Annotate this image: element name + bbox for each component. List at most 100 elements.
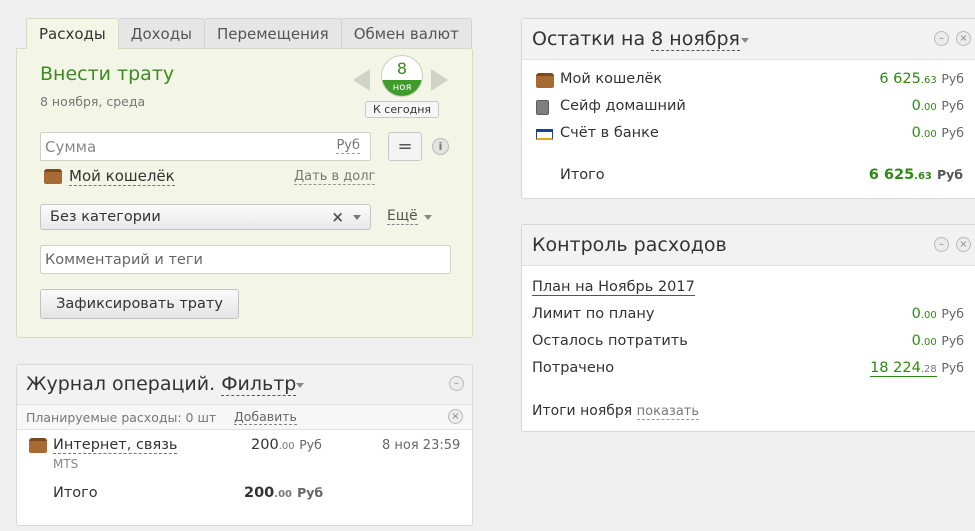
close-icon[interactable]: × [956, 237, 971, 252]
amount-dec: .00 [278, 441, 295, 452]
balance-int: 0 [911, 98, 921, 114]
safe-icon [536, 100, 549, 115]
value-dec: .00 [920, 310, 937, 321]
control-row-value: 0.00 Руб [912, 333, 964, 349]
control-title: Контроль расходов [532, 234, 727, 256]
clear-category-icon[interactable]: × [331, 208, 344, 226]
balance-int: 0 [911, 125, 921, 141]
amount-int: 200 [251, 437, 279, 453]
operation-name[interactable]: Интернет, связь [53, 437, 178, 454]
balance-currency: Руб [941, 125, 964, 140]
value-int: 0 [911, 306, 921, 322]
control-row-label: Лимит по плану [532, 306, 655, 322]
today-button[interactable]: К сегодня [365, 101, 439, 118]
tab-currency-exchange[interactable]: Обмен валют [340, 18, 472, 49]
account-row[interactable]: Счёт в банке 0.00 Руб [534, 125, 964, 145]
month-totals-label: Итоги ноября [532, 403, 633, 419]
value-int: 0 [911, 333, 921, 349]
journal-title: Журнал операций. Фильтр [26, 373, 297, 396]
balances-title-prefix: Остатки на [532, 28, 646, 50]
balance-currency: Руб [941, 98, 964, 113]
minimize-icon[interactable]: – [449, 376, 464, 391]
account-balance: 0.00 Руб [912, 98, 964, 114]
journal-header: Журнал операций. Фильтр – [17, 365, 472, 405]
account-row[interactable]: Сейф домашний 0.00 Руб [534, 98, 964, 118]
submit-expense-button[interactable]: Зафиксировать трату [40, 289, 239, 319]
category-select[interactable]: Без категории × [40, 204, 371, 230]
journal-total-amount: 200.00 Руб [244, 485, 323, 501]
control-row: Лимит по плану 0.00 Руб [532, 306, 964, 326]
chevron-down-icon [296, 383, 304, 388]
expense-form: Внести трату 8 ноября, среда 8 ноя К сег… [16, 48, 473, 338]
wallet-selector[interactable]: Мой кошелёк [69, 168, 175, 186]
balance-int: 6 625 [879, 71, 921, 87]
form-date: 8 ноября, среда [40, 94, 146, 109]
total-dec: .00 [274, 489, 292, 500]
date-day: 8 [396, 59, 408, 78]
tab-transfers[interactable]: Перемещения [203, 18, 342, 49]
wallet-icon [536, 73, 554, 88]
tabs-bar: Расходы Доходы Перемещения Обмен валют [26, 18, 472, 49]
chevron-down-icon [353, 215, 361, 220]
control-row: Осталось потратить 0.00 Руб [532, 333, 964, 353]
minimize-icon[interactable]: – [934, 31, 949, 46]
total-int: 6 625 [868, 167, 915, 183]
prev-day-arrow-icon[interactable] [353, 69, 370, 91]
minimize-icon[interactable]: – [934, 237, 949, 252]
control-row-label: Потрачено [532, 360, 615, 376]
currency-selector[interactable]: Руб [336, 139, 360, 154]
balance-currency: Руб [941, 71, 964, 86]
tab-income[interactable]: Доходы [117, 18, 205, 49]
close-icon[interactable]: × [956, 31, 971, 46]
balances-total-amount: 6 625.63 Руб [869, 167, 963, 183]
balances-total-label: Итого [560, 167, 605, 183]
balance-dec: .00 [920, 102, 937, 113]
tab-expenses[interactable]: Расходы [26, 18, 119, 49]
planned-expenses-bar: Планируемые расходы: 0 шт Добавить [17, 405, 472, 430]
control-row-value: 18 224.28 Руб [870, 360, 964, 377]
balances-title: Остатки на 8 ноября [532, 28, 740, 51]
plan-link[interactable]: План на Ноябрь 2017 [532, 279, 695, 296]
comment-input[interactable] [45, 250, 435, 270]
chevron-down-icon [741, 38, 749, 43]
journal-total-label: Итого [53, 485, 98, 501]
account-name: Счёт в банке [560, 125, 659, 141]
operation-amount: 200.00 Руб [251, 437, 322, 453]
amount-input[interactable] [45, 136, 325, 157]
date-picker-badge[interactable]: 8 ноя [381, 55, 423, 97]
account-row[interactable]: Мой кошелёк 6 625.63 Руб [534, 71, 964, 91]
balances-date-selector[interactable]: 8 ноября [651, 28, 740, 51]
date-month: ноя [382, 80, 422, 96]
calculator-button[interactable]: = [388, 132, 422, 161]
journal-filter-link[interactable]: Фильтр [221, 373, 297, 396]
category-value: Без категории [50, 209, 161, 225]
more-options-link[interactable]: Ещё [387, 209, 418, 225]
lend-money-link[interactable]: Дать в долг [294, 170, 376, 185]
balance-dec: .63 [920, 75, 937, 86]
value-dec: .00 [920, 337, 937, 348]
balances-header: Остатки на 8 ноября – × [522, 19, 975, 60]
spent-amount-link[interactable]: 18 224.28 [870, 360, 937, 377]
show-totals-link[interactable]: показать [636, 404, 700, 420]
control-row: Потрачено 18 224.28 Руб [532, 360, 964, 380]
account-name: Сейф домашний [560, 98, 686, 114]
visa-card-icon [536, 129, 553, 140]
journal-title-text: Журнал операций. [26, 373, 216, 395]
account-balance: 0.00 Руб [912, 125, 964, 141]
comment-field [40, 245, 451, 274]
next-day-arrow-icon[interactable] [431, 69, 448, 91]
close-icon[interactable]: × [448, 409, 463, 424]
control-row-value: 0.00 Руб [912, 306, 964, 322]
total-int: 200 [244, 485, 275, 501]
account-name: Мой кошелёк [560, 71, 663, 87]
add-planned-link[interactable]: Добавить [234, 410, 297, 425]
info-icon[interactable]: i [432, 138, 449, 155]
value-currency: Руб [941, 306, 964, 321]
chevron-down-icon [424, 215, 432, 220]
value-dec: .28 [920, 364, 937, 375]
balances-panel: Остатки на 8 ноября – × Мой кошелёк 6 62… [521, 18, 975, 199]
expense-control-panel: Контроль расходов – × План на Ноябрь 201… [521, 224, 975, 432]
form-title: Внести трату [40, 63, 175, 85]
operation-comment: MTS [53, 457, 79, 471]
wallet-icon [29, 438, 47, 453]
